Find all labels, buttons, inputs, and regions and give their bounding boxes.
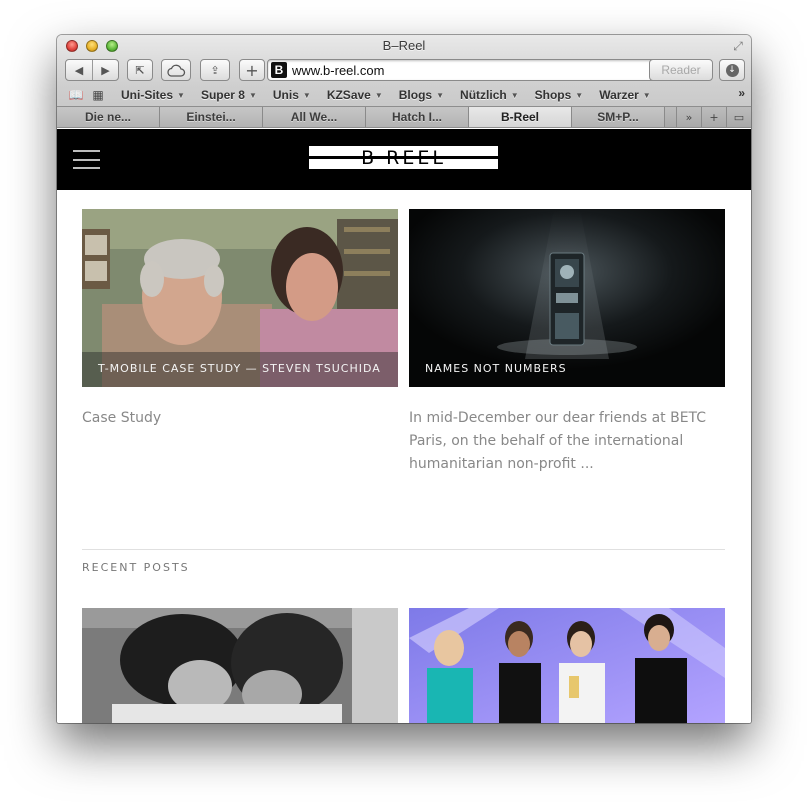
download-icon: ↓ <box>725 63 739 77</box>
site-favicon: B <box>271 62 287 78</box>
top-sites-grid-icon[interactable]: ▦ <box>87 88 109 102</box>
menu-icon[interactable] <box>73 150 100 169</box>
bookmark-folder[interactable]: Warzer ▼ <box>599 88 651 102</box>
bookmark-folder[interactable]: KZSave ▼ <box>327 88 383 102</box>
browser-tab[interactable]: All We... <box>263 107 366 127</box>
more-tabs-icon[interactable]: » <box>676 107 701 127</box>
section-divider <box>82 549 725 550</box>
downloads-button[interactable]: ↓ <box>719 59 745 81</box>
recent-post-thumbnail[interactable] <box>82 608 398 723</box>
toolbar: ◀ ▶ ⇱ ⇪ + B www.b-reel.com ↻ <box>65 59 745 83</box>
reader-button[interactable]: Reader <box>649 59 713 81</box>
browser-tab[interactable]: SM+P... <box>572 107 665 127</box>
card-excerpt: Case Study <box>82 410 162 426</box>
recent-post-thumbnail[interactable] <box>409 608 725 723</box>
screen: B–Reel ⤢ ◀ ▶ ⇱ ⇪ + B www.b-reel.com Read… <box>0 0 807 802</box>
window-title: B–Reel <box>382 38 426 53</box>
bookmarks-bar: 📖 ▦ Uni-Sites ▼ Super 8 ▼ Unis ▼ KZSave ▼ Bl… <box>65 86 751 104</box>
more-bookmarks-icon[interactable]: » <box>738 86 745 100</box>
bookmark-folder[interactable]: Uni-Sites ▼ <box>121 88 185 102</box>
back-forward-buttons: ◀ ▶ <box>65 59 119 81</box>
fullscreen-icon[interactable]: ⤢ <box>731 39 745 53</box>
browser-window: B–Reel ⤢ ◀ ▶ ⇱ ⇪ + B www.b-reel.com Read… <box>57 35 751 723</box>
new-tab-button[interactable]: + <box>239 59 265 81</box>
feature-card[interactable]: NAMES NOT NUMBERS In mid-December our de… <box>409 209 725 476</box>
card-excerpt: In mid-December our dear friends at BETC… <box>409 410 707 472</box>
plus-icon: + <box>245 60 259 80</box>
kiss-photo <box>82 608 398 723</box>
share-icon: ⇪ <box>210 63 220 77</box>
browser-tab[interactable]: Einstei... <box>160 107 263 127</box>
back-icon[interactable]: ◀ <box>66 60 92 80</box>
bookmark-folder[interactable]: Blogs ▼ <box>399 88 444 102</box>
bookmark-folder[interactable]: Shops ▼ <box>535 88 584 102</box>
forward-icon[interactable]: ▶ <box>92 60 118 80</box>
address-bar[interactable]: B www.b-reel.com ↻ <box>267 59 705 81</box>
topsites-button[interactable]: ⇱ <box>127 59 153 81</box>
add-tab-icon[interactable]: + <box>701 107 726 127</box>
title-bar: B–Reel ⤢ ◀ ▶ ⇱ ⇪ + B www.b-reel.com Read… <box>57 35 751 128</box>
cloud-icon <box>167 64 186 77</box>
reading-list-icon[interactable]: 📖 <box>65 88 87 102</box>
tab-overview-icon[interactable]: ▭ <box>726 107 751 127</box>
card-caption: NAMES NOT NUMBERS <box>425 362 567 375</box>
awards-photo <box>409 608 725 723</box>
bookmark-folder[interactable]: Unis ▼ <box>273 88 311 102</box>
browser-tab[interactable]: Die ne... <box>57 107 160 127</box>
tab-bar: Die ne... Einstei... All We... Hatch I..… <box>57 106 751 127</box>
browser-tab-active[interactable]: B-Reel <box>469 107 572 127</box>
tab-tools: » + ▭ <box>676 107 751 127</box>
recent-posts-heading: RECENT POSTS <box>82 561 190 574</box>
feature-card[interactable]: T-MOBILE CASE STUDY — STEVEN TSUCHIDA Ca… <box>82 209 398 430</box>
icloud-tabs-button[interactable] <box>161 59 191 81</box>
card-image[interactable]: NAMES NOT NUMBERS <box>409 209 725 387</box>
url-text[interactable]: www.b-reel.com <box>292 63 384 78</box>
site-header: B REEL <box>57 129 751 190</box>
card-caption: T-MOBILE CASE STUDY — STEVEN TSUCHIDA <box>82 352 398 387</box>
topsites-icon: ⇱ <box>135 63 145 77</box>
site-logo[interactable]: B REEL <box>309 146 498 169</box>
card-image[interactable]: T-MOBILE CASE STUDY — STEVEN TSUCHIDA <box>82 209 398 387</box>
page-content: T-MOBILE CASE STUDY — STEVEN TSUCHIDA Ca… <box>57 190 751 723</box>
share-button[interactable]: ⇪ <box>200 59 230 81</box>
browser-tab[interactable]: Hatch I... <box>366 107 469 127</box>
bookmark-folder[interactable]: Nützlich ▼ <box>460 88 519 102</box>
bookmark-folder[interactable]: Super 8 ▼ <box>201 88 257 102</box>
